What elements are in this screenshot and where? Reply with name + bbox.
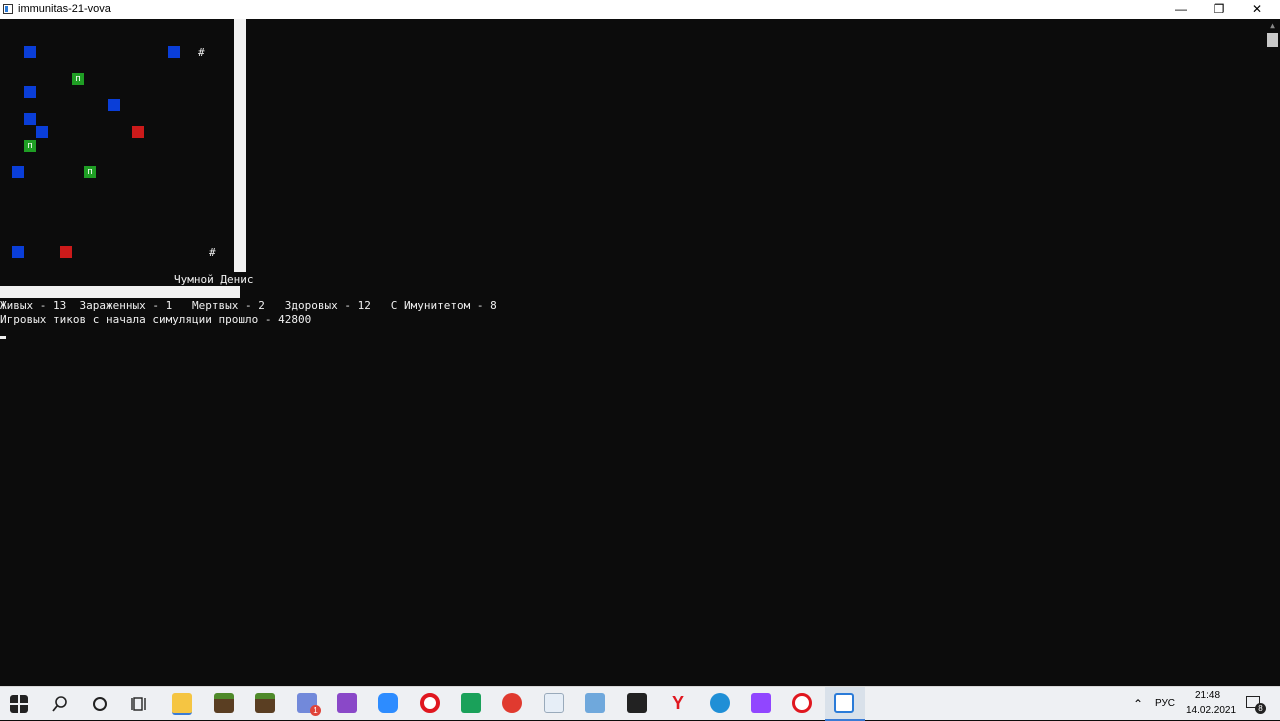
healthy-cell — [108, 99, 120, 111]
wall-marker: # — [198, 46, 205, 59]
immune-cell: п — [72, 73, 84, 85]
immune-cell: п — [84, 166, 96, 178]
edge-icon[interactable] — [710, 693, 730, 713]
opera-icon[interactable] — [420, 693, 440, 713]
discord-icon[interactable]: 1 — [297, 693, 321, 716]
stats-line: Живых - 13 Зараженных - 1 Мертвых - 2 Зд… — [0, 299, 497, 312]
yandex-icon[interactable]: Y — [668, 693, 688, 713]
infected-cell — [132, 126, 144, 138]
opera-gx-icon[interactable] — [792, 693, 812, 713]
clock-time[interactable]: 21:48 — [1195, 690, 1220, 701]
window-titlebar: immunitas-21-vova — ❐ ✕ — [0, 0, 1280, 19]
healthy-cell — [168, 46, 180, 58]
green-app-icon[interactable] — [461, 693, 481, 713]
console-app-icon[interactable] — [834, 693, 854, 713]
infected-cell — [60, 246, 72, 258]
healthy-cell — [24, 86, 36, 98]
close-button[interactable]: ✕ — [1234, 0, 1280, 19]
scrollbar-thumb[interactable] — [1267, 33, 1278, 47]
tray-chevron-up-icon[interactable]: ⌃ — [1133, 697, 1143, 711]
healthy-cell — [24, 46, 36, 58]
twitch-icon[interactable] — [751, 693, 771, 713]
language-indicator[interactable]: РУС — [1155, 698, 1175, 709]
windows-start-icon[interactable] — [10, 695, 28, 713]
minecraft-icon[interactable] — [214, 693, 234, 713]
window-title: immunitas-21-vova — [18, 3, 111, 15]
taskbar: 1 Y ⌃ РУС 21:48 14.02.2021 8 — [0, 686, 1280, 721]
notification-count: 8 — [1255, 703, 1266, 714]
console-output[interactable]: # п п п # Чумной Денис Живых - 13 Зараже… — [0, 19, 1265, 686]
minecraft-icon-2[interactable] — [255, 693, 275, 713]
grid-bottom-wall — [0, 286, 240, 298]
ticks-line: Игровых тиков с начала симуляции прошло … — [0, 313, 312, 326]
cortana-icon[interactable] — [91, 695, 109, 713]
entity-name-label: Чумной Денис — [174, 273, 254, 286]
scroll-up-arrow-icon[interactable]: ▲ — [1265, 19, 1280, 33]
zoom-icon[interactable] — [378, 693, 398, 713]
wall-marker: # — [209, 246, 216, 259]
rocket-app-icon[interactable] — [502, 693, 522, 713]
healthy-cell — [36, 126, 48, 138]
search-icon[interactable] — [51, 695, 69, 713]
clock-date[interactable]: 14.02.2021 — [1186, 705, 1236, 716]
notepad-app-icon[interactable] — [544, 693, 564, 713]
discord-badge: 1 — [310, 705, 321, 716]
text-cursor — [0, 336, 6, 339]
immune-cell: п — [24, 140, 36, 152]
healthy-cell — [12, 246, 24, 258]
file-explorer-icon[interactable] — [172, 693, 192, 715]
healthy-cell — [12, 166, 24, 178]
grid-right-wall — [234, 19, 246, 272]
console-app-icon — [3, 4, 13, 14]
healthy-cell — [24, 113, 36, 125]
visual-studio-icon[interactable] — [337, 693, 357, 713]
vertical-scrollbar[interactable]: ▲ — [1265, 19, 1280, 686]
notification-center-icon[interactable]: 8 — [1246, 696, 1266, 714]
task-view-icon[interactable] — [131, 695, 149, 713]
cat-app-icon[interactable] — [627, 693, 647, 713]
paint-app-icon[interactable] — [585, 693, 605, 713]
